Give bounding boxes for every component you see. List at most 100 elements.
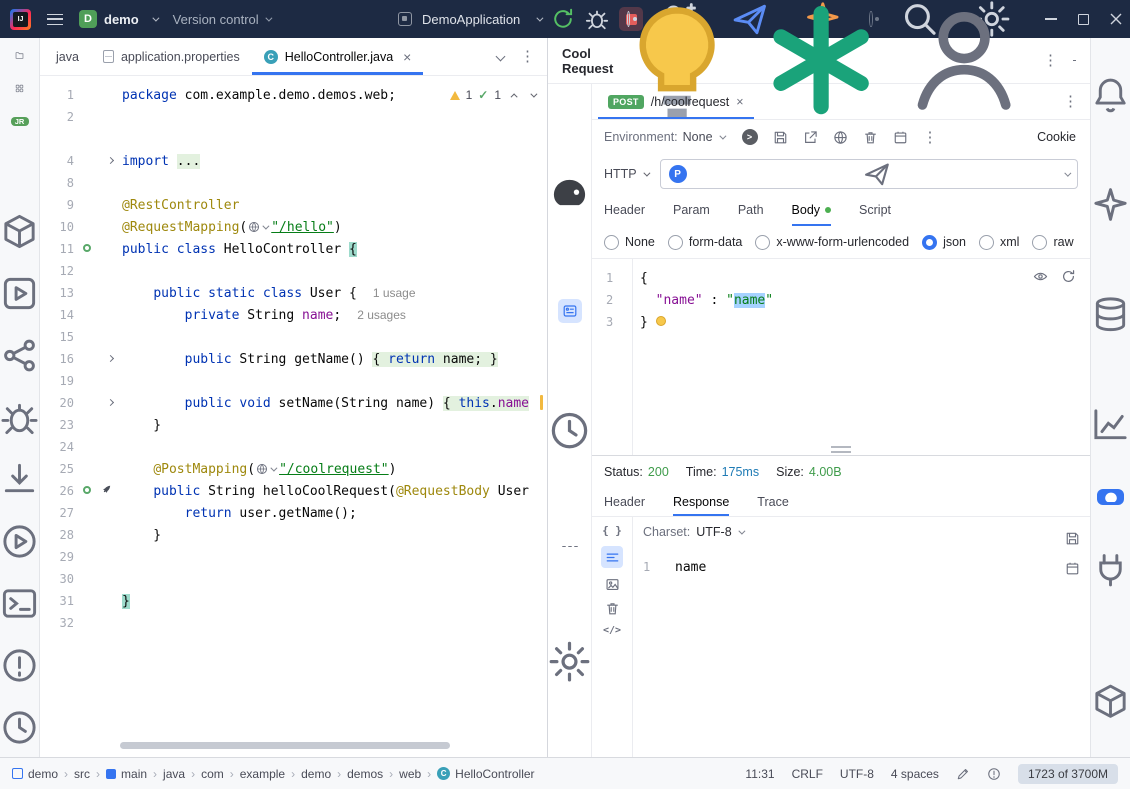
- history-tool-icon[interactable]: [0, 708, 39, 747]
- response-tab-response[interactable]: Response: [673, 487, 729, 516]
- indent-setting[interactable]: 4 spaces: [891, 767, 939, 781]
- breadcrumb-item[interactable]: demo: [12, 767, 58, 781]
- body-type-None[interactable]: None: [604, 235, 655, 250]
- editor-tab[interactable]: application.properties: [91, 38, 252, 75]
- history-icon[interactable]: [548, 335, 591, 526]
- write-access-icon[interactable]: [956, 767, 970, 781]
- run-tool-icon[interactable]: [0, 522, 39, 561]
- file-encoding[interactable]: UTF-8: [840, 767, 874, 781]
- project-widget[interactable]: D demo: [79, 10, 157, 28]
- cookie-button[interactable]: Cookie: [1037, 130, 1090, 144]
- database-tool-icon[interactable]: [1091, 270, 1130, 359]
- code-editor[interactable]: 1package com.example.demo.demos.web;24im…: [40, 76, 547, 757]
- response-body-editor[interactable]: 1name: [633, 547, 1054, 757]
- close-window-button[interactable]: [1110, 0, 1122, 38]
- request-tab-body[interactable]: Body: [792, 194, 832, 226]
- dependencies-tool-icon[interactable]: [0, 460, 39, 499]
- protocol-select[interactable]: HTTP: [604, 167, 648, 181]
- delete-icon[interactable]: [863, 130, 878, 145]
- usages-inlay[interactable]: 2 usages: [357, 308, 406, 322]
- debug-button[interactable]: [585, 7, 609, 31]
- rerun-button[interactable]: [551, 7, 575, 31]
- response-tab-header[interactable]: Header: [604, 487, 645, 516]
- chevron-down-icon[interactable]: [537, 14, 544, 21]
- ai-assistant-icon[interactable]: [1091, 161, 1130, 250]
- hidden-tabs-chevron-icon[interactable]: [496, 52, 506, 62]
- editor-tab[interactable]: java: [44, 38, 91, 75]
- close-tab-icon[interactable]: ×: [403, 49, 411, 65]
- main-menu-icon[interactable]: [47, 14, 63, 25]
- more-actions-icon[interactable]: ⋮: [923, 130, 938, 145]
- request-body-editor[interactable]: 1{2 "name" : "name"3}: [592, 258, 1090, 455]
- response-tab-trace[interactable]: Trace: [757, 487, 789, 516]
- close-tab-icon[interactable]: ×: [736, 95, 743, 109]
- request-tab-param[interactable]: Param: [673, 194, 710, 226]
- url-globe-icon[interactable]: [248, 221, 267, 233]
- save-icon[interactable]: [773, 130, 788, 145]
- panel-options-icon[interactable]: ⋮: [1043, 53, 1058, 68]
- inspection-widget[interactable]: 1 ✓ 1: [450, 88, 535, 102]
- breadcrumb-item[interactable]: src: [74, 767, 90, 781]
- commit-tool-icon[interactable]: [0, 84, 39, 93]
- request-tab[interactable]: POST /h/coolrequest ×: [598, 84, 754, 119]
- url-globe-icon[interactable]: [256, 463, 275, 475]
- splitter-handle[interactable]: [831, 446, 851, 453]
- fold-arrow-icon[interactable]: [107, 355, 114, 362]
- reformat-icon[interactable]: [1061, 269, 1076, 284]
- hide-panel-icon[interactable]: [1073, 60, 1076, 62]
- notifications-icon[interactable]: [987, 767, 1001, 781]
- horizontal-scrollbar[interactable]: [120, 742, 450, 749]
- prev-issue-icon[interactable]: [511, 93, 518, 100]
- build-tool-icon[interactable]: [0, 212, 39, 251]
- send-options-chevron-icon[interactable]: [1065, 169, 1072, 176]
- services-tool-icon[interactable]: [0, 274, 39, 313]
- body-type-xml[interactable]: xml: [979, 235, 1019, 250]
- gradle-tool-icon[interactable]: [1091, 657, 1130, 746]
- schedule-icon[interactable]: [1065, 561, 1080, 576]
- vcs-widget[interactable]: Version control: [173, 12, 270, 27]
- debugger-tool-icon[interactable]: [0, 398, 39, 437]
- cool-request-tool-icon[interactable]: [1097, 489, 1124, 505]
- request-tab-script[interactable]: Script: [859, 194, 891, 226]
- body-type-raw[interactable]: raw: [1032, 235, 1073, 250]
- breadcrumb-item[interactable]: main: [106, 767, 147, 781]
- bean-gutter-icon[interactable]: [83, 486, 91, 494]
- breadcrumb-item[interactable]: CHelloController: [437, 767, 534, 781]
- terminal-tool-icon[interactable]: [0, 584, 39, 623]
- breadcrumb-item[interactable]: com: [201, 767, 224, 781]
- cursor-position[interactable]: 11:31: [745, 767, 774, 781]
- export-icon[interactable]: [803, 130, 818, 145]
- problems-tool-icon[interactable]: [0, 646, 39, 685]
- notifications-bell-icon[interactable]: [1091, 51, 1130, 140]
- quickfix-bulb-icon[interactable]: [656, 316, 666, 326]
- format-braces-icon[interactable]: { }: [602, 524, 622, 537]
- code-view-icon[interactable]: </>: [603, 625, 621, 636]
- breadcrumb-item[interactable]: java: [163, 767, 185, 781]
- avatar[interactable]: JR: [11, 117, 29, 126]
- send-request-icon[interactable]: [701, 160, 1053, 188]
- save-response-icon[interactable]: [1065, 531, 1080, 546]
- clear-icon[interactable]: [605, 601, 620, 616]
- body-type-form-data[interactable]: form-data: [668, 235, 743, 250]
- fold-arrow-icon[interactable]: [107, 157, 114, 164]
- tab-options-icon[interactable]: ⋮: [1063, 94, 1090, 109]
- schedule-icon[interactable]: [893, 130, 908, 145]
- maximize-window-button[interactable]: [1078, 0, 1089, 38]
- environment-value[interactable]: None: [683, 130, 713, 144]
- coolrequest-logo-icon[interactable]: [548, 96, 591, 287]
- memory-indicator[interactable]: 1723 of 3700M: [1018, 764, 1118, 784]
- project-tool-icon[interactable]: [0, 51, 39, 60]
- api-collection-icon[interactable]: [558, 299, 582, 323]
- editor-options-icon[interactable]: ⋮: [520, 49, 535, 64]
- preview-eye-icon[interactable]: [1033, 269, 1048, 284]
- bean-gutter-icon[interactable]: [83, 244, 91, 252]
- text-view-icon[interactable]: [601, 546, 623, 568]
- plugins-tool-icon[interactable]: [1091, 526, 1130, 615]
- url-input[interactable]: P http://localhost:8080/hello/coolreques…: [660, 159, 1078, 189]
- fold-arrow-icon[interactable]: [107, 399, 114, 406]
- breadcrumb-item[interactable]: web: [399, 767, 421, 781]
- line-separator[interactable]: CRLF: [792, 767, 823, 781]
- breadcrumb-item[interactable]: example: [240, 767, 285, 781]
- chevron-down-icon[interactable]: [719, 132, 726, 139]
- endpoints-tool-icon[interactable]: [1091, 380, 1130, 469]
